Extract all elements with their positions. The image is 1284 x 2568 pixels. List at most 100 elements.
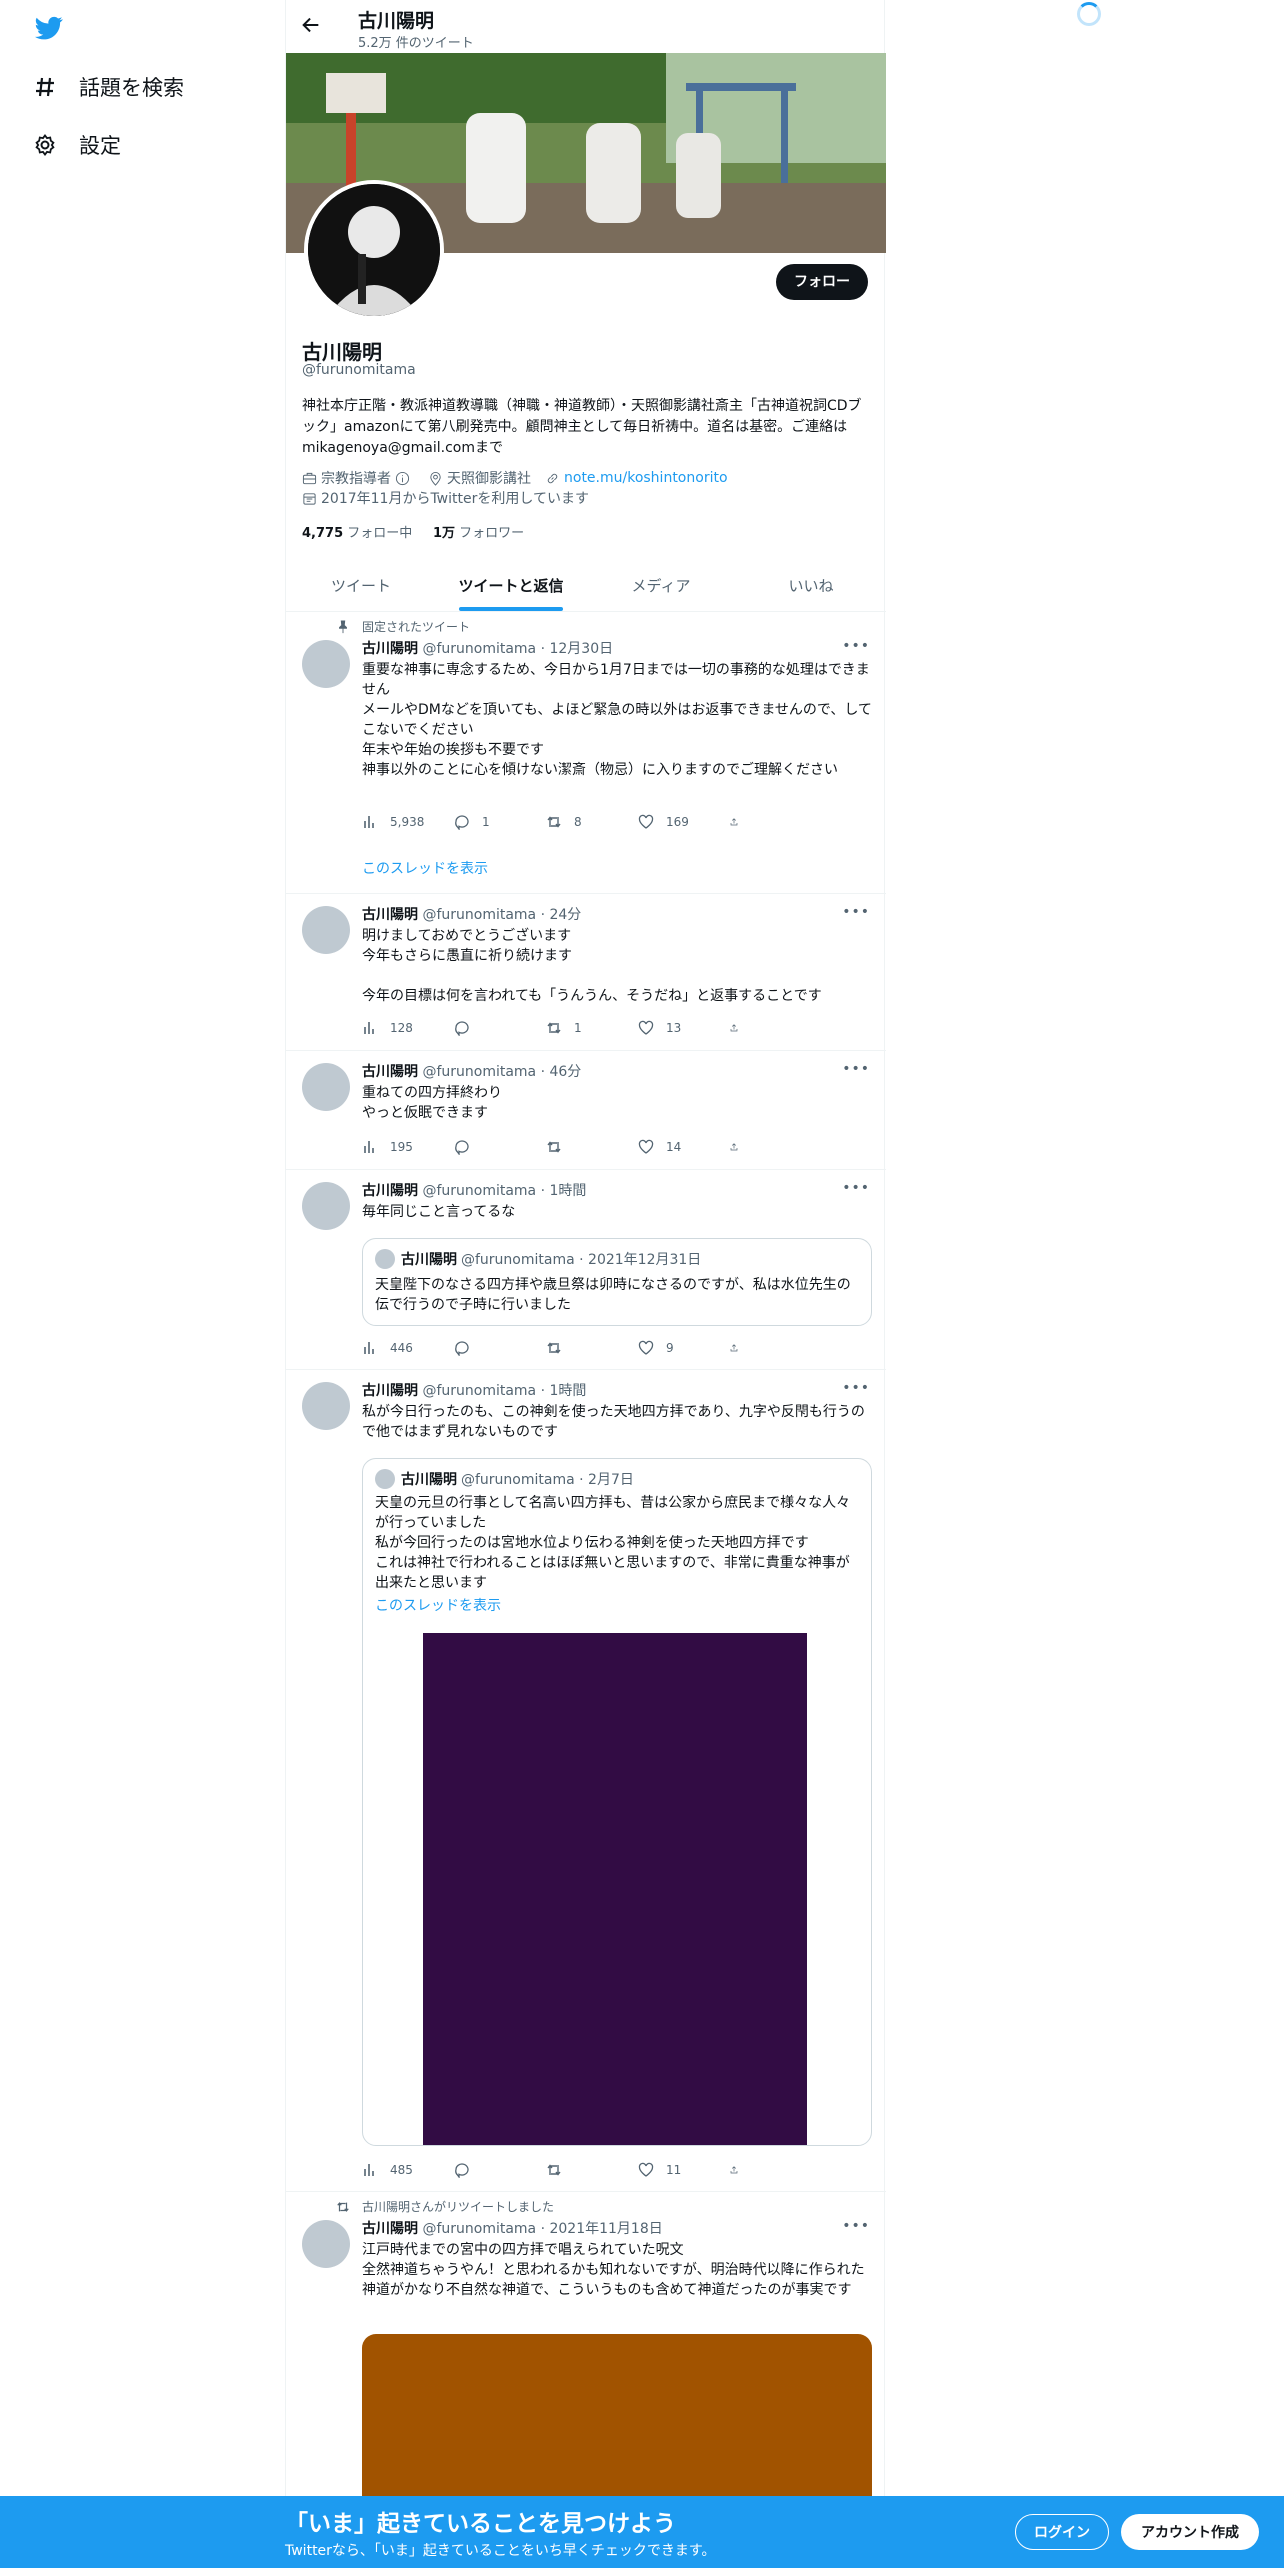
reply-button[interactable] <box>454 1139 546 1155</box>
profile-link[interactable]: note.mu/koshintonorito <box>564 470 728 486</box>
briefcase-icon <box>302 472 317 484</box>
profile-tabs: ツイート ツイートと返信 メディア いいね <box>286 560 886 612</box>
views-button[interactable]: 446 <box>362 1340 454 1356</box>
quote-show-thread-link[interactable]: このスレッドを表示 <box>375 1595 501 1615</box>
share-button[interactable] <box>730 2162 750 2178</box>
analytics-icon <box>364 1022 374 1034</box>
tweet-author[interactable]: 古川陽明 <box>362 1064 418 1080</box>
tab-media[interactable]: メディア <box>586 560 736 611</box>
more-options-icon[interactable]: ••• <box>842 1380 870 1396</box>
tweet[interactable]: 古川陽明 @furunomitama · 24分 ••• 明けましておめでとうご… <box>286 894 886 1051</box>
quoted-tweet[interactable]: 古川陽明 @furunomitama · 2021年12月31日 天皇陛下のなさる… <box>362 1238 872 1326</box>
signup-banner: 「いま」起きていることを見つけよう Twitterなら、「いま」起きていることを… <box>0 2496 1284 2568</box>
tweet-author[interactable]: 古川陽明 <box>362 907 418 923</box>
show-thread-link[interactable]: このスレッドを表示 <box>362 858 488 878</box>
profile-avatar[interactable] <box>304 180 444 320</box>
reply-button[interactable] <box>454 2162 546 2178</box>
views-button[interactable]: 195 <box>362 1139 454 1155</box>
tweet-avatar[interactable] <box>302 1063 350 1111</box>
gear-icon <box>35 134 55 156</box>
back-arrow-icon[interactable] <box>300 14 322 36</box>
tweet-avatar[interactable] <box>302 1382 350 1430</box>
more-options-icon[interactable]: ••• <box>842 2218 870 2234</box>
main-column: 古川陽明 5.2万 件のツイート フォロー 古川陽明 @furunomitama… <box>285 0 886 2568</box>
share-button[interactable] <box>730 1020 750 1036</box>
retweet-button[interactable] <box>546 2162 638 2178</box>
more-options-icon[interactable]: ••• <box>842 638 870 654</box>
views-count: 5,938 <box>390 815 425 829</box>
location-pin-icon <box>430 471 441 486</box>
profile-location: 天照御影講社 <box>447 471 531 487</box>
tweet-avatar[interactable] <box>302 906 350 954</box>
tweet[interactable]: 固定されたツイート 古川陽明 @furunomitama · 12月30日 ••… <box>286 612 886 894</box>
quote-media-image[interactable] <box>423 1633 807 2145</box>
reply-icon <box>455 1341 469 1356</box>
followers-link[interactable]: 1万 フォロワー <box>433 526 524 541</box>
retweet-button[interactable] <box>546 1340 638 1356</box>
tweet-actions: 485 11 <box>362 2162 792 2178</box>
following-count: 4,775 <box>302 526 344 541</box>
reply-button[interactable]: 1 <box>454 814 546 830</box>
more-options-icon[interactable]: ••• <box>842 904 870 920</box>
heart-icon <box>638 1020 654 1035</box>
share-button[interactable] <box>730 1340 750 1356</box>
following-link[interactable]: 4,775 フォロー中 <box>302 526 412 541</box>
views-button[interactable]: 5,938 <box>362 814 454 830</box>
tweet-header: 古川陽明 @furunomitama · 1時間 <box>362 1180 586 1200</box>
tweet-author[interactable]: 古川陽明 <box>362 641 418 657</box>
like-button[interactable]: 13 <box>638 1020 730 1036</box>
retweet-icon <box>547 2164 561 2176</box>
tab-tweets[interactable]: ツイート <box>286 560 436 611</box>
tweet-text: 重要な神事に専念するため、今日から1月7日までは一切の事務的な処理はできません … <box>362 662 872 778</box>
reply-button[interactable] <box>454 1020 546 1036</box>
views-count: 485 <box>390 2163 413 2177</box>
retweet-button[interactable]: 8 <box>546 814 638 830</box>
info-icon[interactable] <box>395 471 410 486</box>
tab-likes[interactable]: いいね <box>736 560 886 611</box>
tweet-text: 明けましておめでとうございます 今年もさらに愚直に祈り続けます 今年の目標は何を… <box>362 928 822 1004</box>
views-button[interactable]: 128 <box>362 1020 454 1036</box>
tweet-avatar[interactable] <box>302 640 350 688</box>
follow-button[interactable]: フォロー <box>776 264 868 300</box>
tweet-header: 古川陽明 @furunomitama · 24分 <box>362 904 581 924</box>
analytics-icon <box>364 1342 374 1354</box>
profile-avatar-image <box>308 184 440 316</box>
signup-button[interactable]: アカウント作成 <box>1121 2514 1259 2550</box>
tweet-avatar[interactable] <box>302 1182 350 1230</box>
tweet-avatar[interactable] <box>302 2220 350 2268</box>
tweet-author[interactable]: 古川陽明 <box>362 2221 418 2237</box>
quote-avatar <box>375 1249 395 1269</box>
nav-settings[interactable]: 設定 <box>33 130 121 160</box>
tweet[interactable]: 古川陽明 @furunomitama · 46分 ••• 重ねての四方拝終わり … <box>286 1051 886 1170</box>
reply-button[interactable] <box>454 1340 546 1356</box>
tab-tweets-and-replies[interactable]: ツイートと返信 <box>436 560 586 611</box>
like-button[interactable]: 9 <box>638 1340 730 1356</box>
tweet-text: 重ねての四方拝終わり やっと仮眠できます <box>362 1085 502 1121</box>
retweet-button[interactable] <box>546 1139 638 1155</box>
tweet-author[interactable]: 古川陽明 <box>362 1383 418 1399</box>
share-icon <box>730 1344 738 1352</box>
tweet[interactable]: 古川陽明 @furunomitama · 1時間 ••• 私が今日行ったのも、こ… <box>286 1370 886 2192</box>
tweet-author[interactable]: 古川陽明 <box>362 1183 418 1199</box>
like-button[interactable]: 169 <box>638 814 730 830</box>
views-button[interactable]: 485 <box>362 2162 454 2178</box>
quote-author: 古川陽明 <box>401 1472 457 1488</box>
retweet-button[interactable]: 1 <box>546 1020 638 1036</box>
quoted-tweet[interactable]: 古川陽明 @furunomitama · 2月7日 天皇の元旦の行事として名高い四… <box>362 1458 872 2146</box>
quote-meta: @furunomitama · 2021年12月31日 <box>461 1252 702 1268</box>
like-button[interactable]: 11 <box>638 2162 730 2178</box>
like-button[interactable]: 14 <box>638 1139 730 1155</box>
share-button[interactable] <box>730 814 750 830</box>
nav-explore-label: 話題を検索 <box>79 76 184 100</box>
tweet-text: 私が今日行ったのも、この神剣を使った天地四方拝であり、九字や反閇も行うので他では… <box>362 1404 865 1440</box>
tweet-header: 古川陽明 @furunomitama · 12月30日 <box>362 638 613 658</box>
twitter-logo-icon[interactable] <box>33 14 65 42</box>
profile-counts: 4,775 フォロー中 1万 フォロワー <box>302 522 524 541</box>
nav-explore[interactable]: 話題を検索 <box>33 72 184 102</box>
login-button[interactable]: ログイン <box>1015 2514 1109 2550</box>
more-options-icon[interactable]: ••• <box>842 1180 870 1196</box>
share-icon <box>730 1143 738 1151</box>
share-button[interactable] <box>730 1139 750 1155</box>
tweet[interactable]: 古川陽明 @furunomitama · 1時間 ••• 毎年同じこと言ってるな… <box>286 1170 886 1370</box>
more-options-icon[interactable]: ••• <box>842 1061 870 1077</box>
